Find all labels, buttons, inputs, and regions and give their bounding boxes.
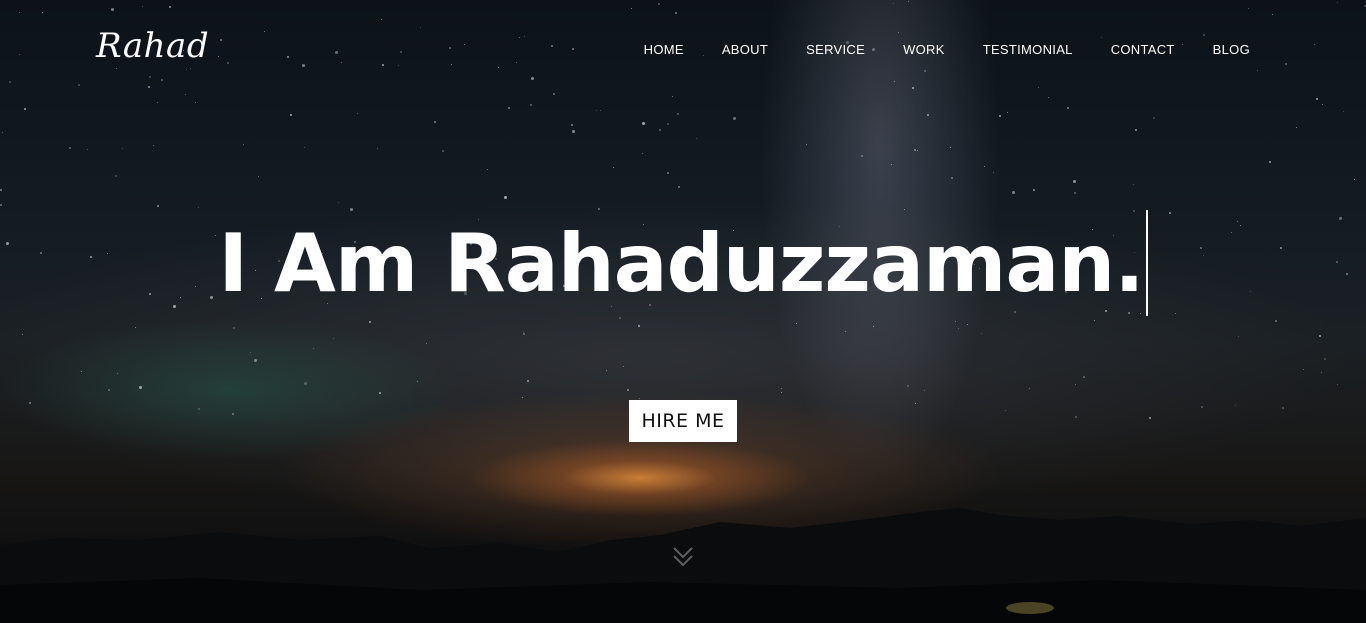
typing-cursor — [1145, 210, 1148, 316]
main-nav: HOME ABOUT SERVICE WORK TESTIMONIAL CONT… — [606, 42, 1250, 57]
hero-headline: I Am Rahaduzzaman. — [218, 210, 1148, 318]
nav-item-contact[interactable]: CONTACT — [1111, 42, 1175, 57]
site-logo[interactable]: Rahad — [96, 26, 209, 66]
hire-me-button[interactable]: HIRE ME — [629, 400, 737, 442]
nav-item-blog[interactable]: BLOG — [1213, 42, 1250, 57]
hero-section: Rahad HOME ABOUT SERVICE WORK TESTIMONIA… — [0, 0, 1366, 623]
nav-item-work[interactable]: WORK — [903, 42, 945, 57]
nav-item-home[interactable]: HOME — [644, 42, 684, 57]
nav-item-testimonial[interactable]: TESTIMONIAL — [983, 42, 1073, 57]
double-chevron-down-icon[interactable] — [672, 544, 694, 570]
hero-headline-container: I Am Rahaduzzaman. — [0, 210, 1366, 318]
nav-item-service[interactable]: SERVICE — [806, 42, 865, 57]
hero-headline-text: I Am Rahaduzzaman. — [218, 217, 1144, 310]
nav-item-about[interactable]: ABOUT — [722, 42, 768, 57]
